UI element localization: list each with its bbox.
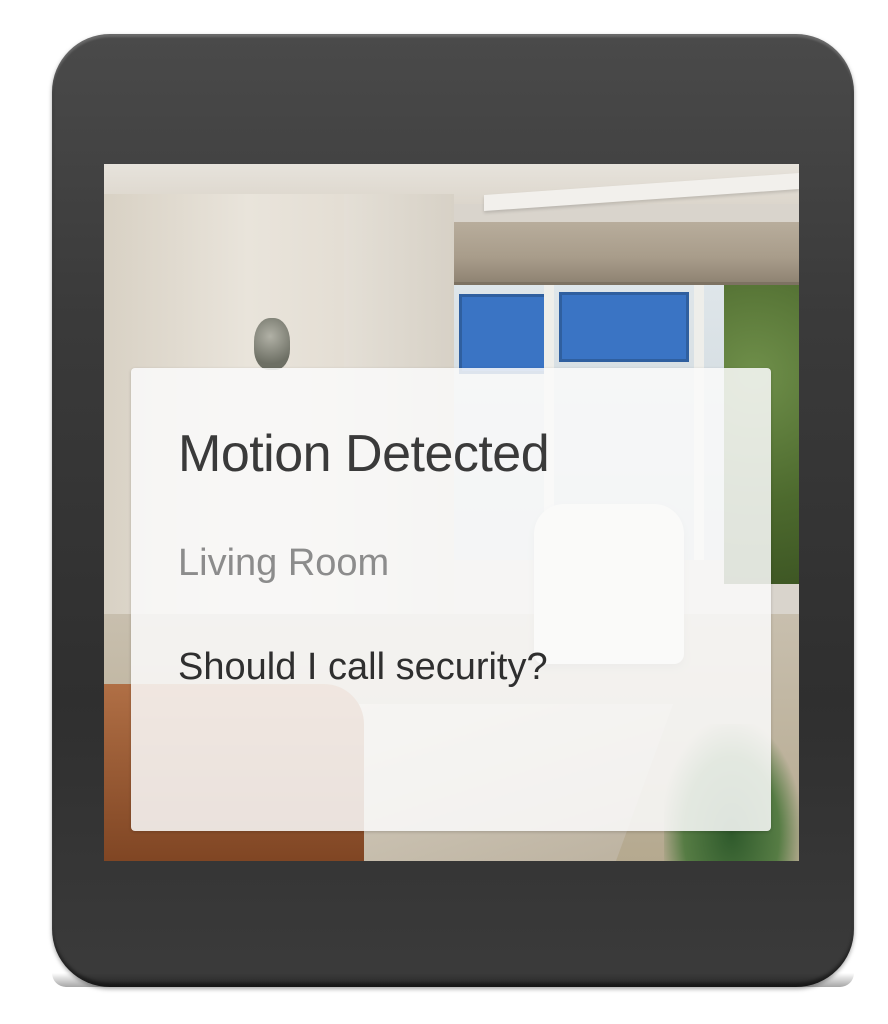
outside-building [459,294,549,374]
notification-subtitle: Living Room [178,542,390,584]
window-blind [454,222,799,285]
notification-card[interactable]: Motion Detected Living Room Should I cal… [131,368,771,831]
outside-building [559,292,689,362]
vase [254,318,290,370]
notification-message: Should I call security? [178,646,548,688]
notification-title: Motion Detected [178,425,550,483]
